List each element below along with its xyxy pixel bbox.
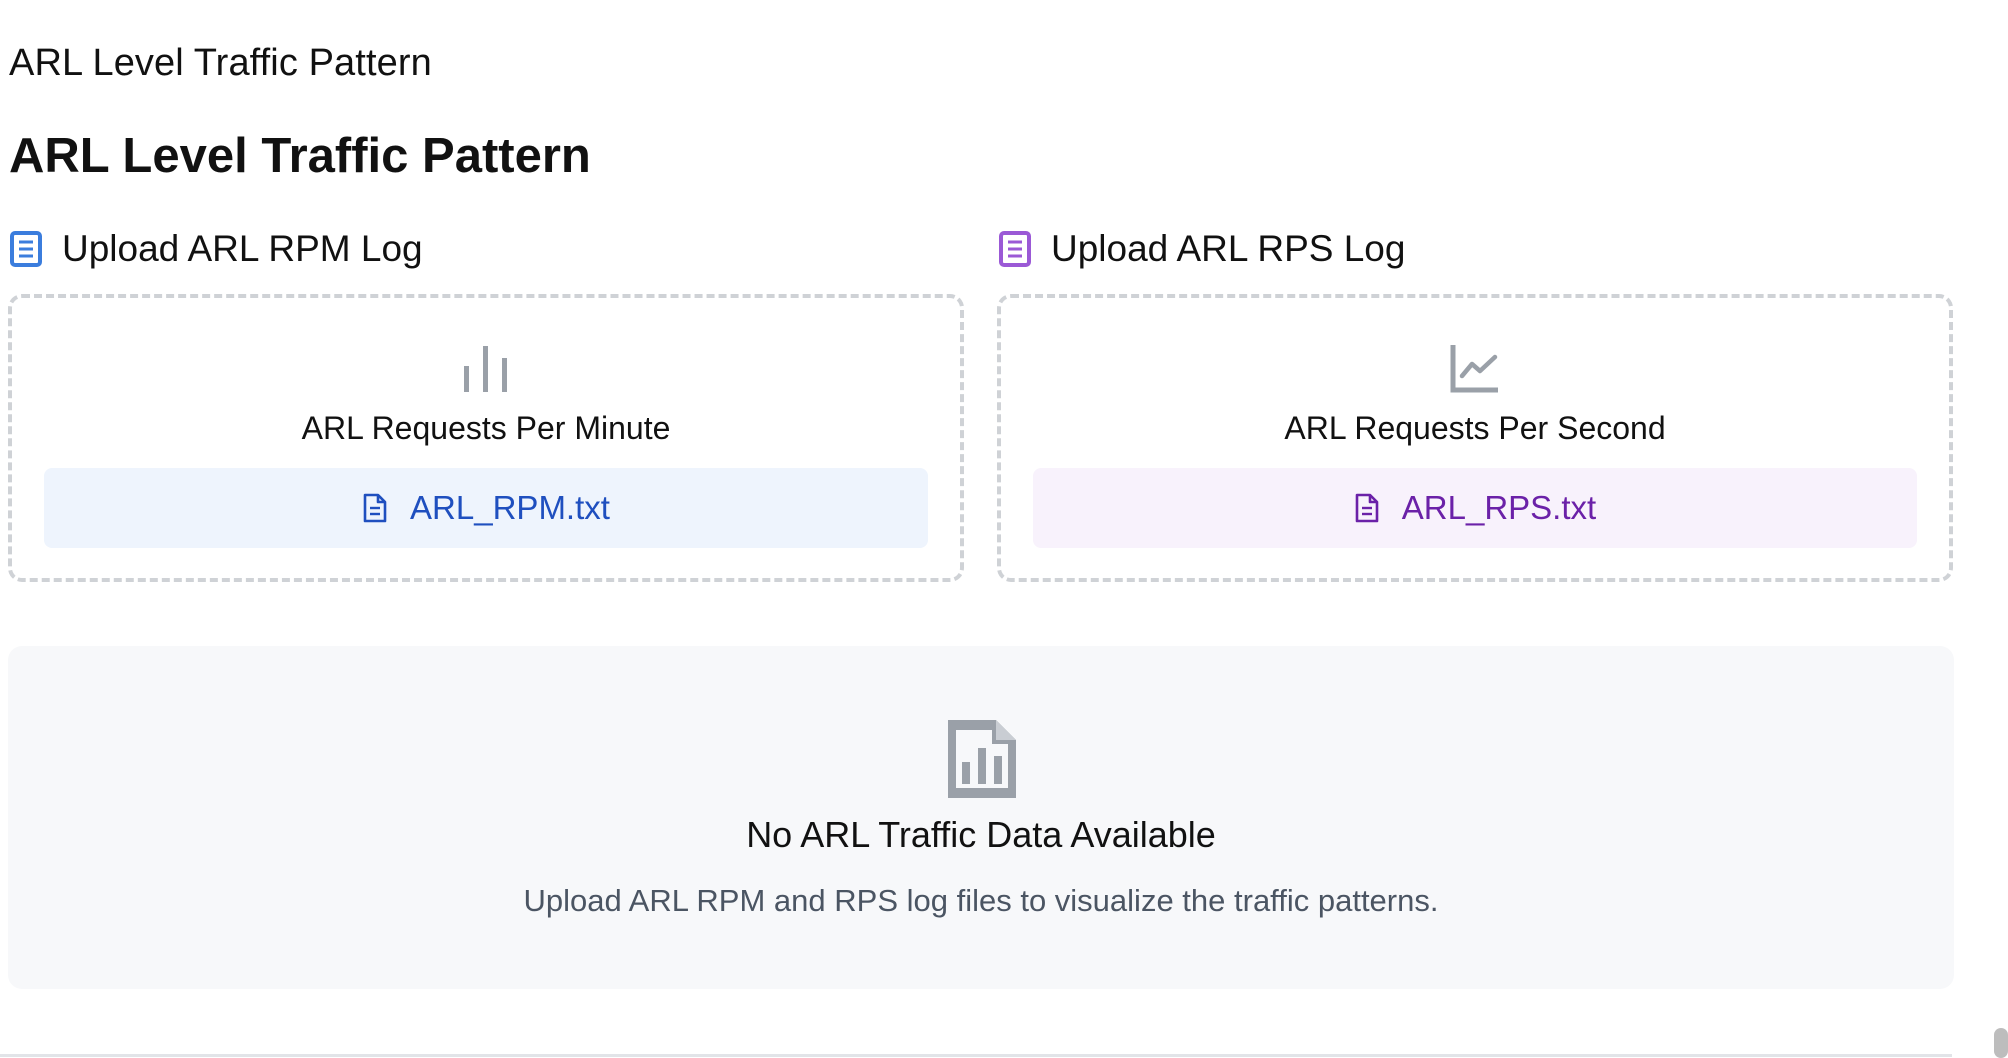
rps-file-name: ARL_RPS.txt xyxy=(1401,489,1597,526)
rps-dropzone[interactable]: ARL Requests Per Second ARL_RPS.txt xyxy=(997,294,1953,582)
rps-caption: ARL Requests Per Second xyxy=(1284,410,1666,446)
page-title-small: ARL Level Traffic Pattern xyxy=(9,42,432,84)
rps-file-chip[interactable]: ARL_RPS.txt xyxy=(1033,468,1917,548)
empty-state-title: No ARL Traffic Data Available xyxy=(746,814,1216,855)
rpm-caption: ARL Requests Per Minute xyxy=(301,410,671,446)
rpm-upload-header: Upload ARL RPM Log xyxy=(10,228,423,270)
file-icon xyxy=(1355,493,1379,523)
line-chart-icon xyxy=(1450,345,1498,393)
rpm-upload-label: Upload ARL RPM Log xyxy=(62,228,423,269)
bar-chart-icon xyxy=(464,346,507,392)
file-chart-icon xyxy=(948,720,1016,798)
document-icon xyxy=(999,231,1031,267)
empty-state-description: Upload ARL RPM and RPS log files to visu… xyxy=(523,883,1439,918)
rps-upload-label: Upload ARL RPS Log xyxy=(1051,228,1406,269)
rps-upload-header: Upload ARL RPS Log xyxy=(999,228,1405,270)
divider xyxy=(0,1054,1952,1057)
empty-state-panel: No ARL Traffic Data Available Upload ARL… xyxy=(8,646,1954,989)
page-title: ARL Level Traffic Pattern xyxy=(9,129,591,183)
file-icon xyxy=(363,493,387,523)
document-icon xyxy=(10,231,42,267)
scrollbar[interactable] xyxy=(1994,1028,2008,1058)
rpm-dropzone[interactable]: ARL Requests Per Minute ARL_RPM.txt xyxy=(8,294,964,582)
rpm-file-name: ARL_RPM.txt xyxy=(410,489,610,526)
rpm-file-chip[interactable]: ARL_RPM.txt xyxy=(44,468,928,548)
